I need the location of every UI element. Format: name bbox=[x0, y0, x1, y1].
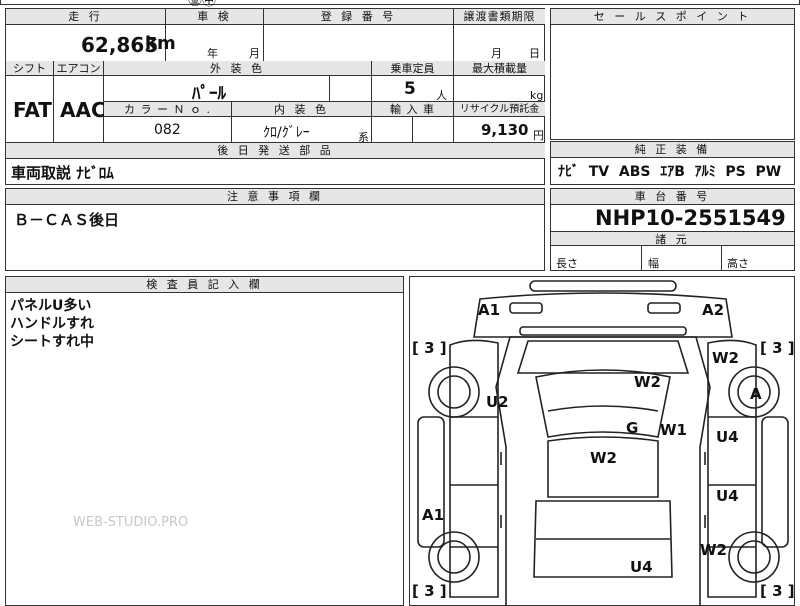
capacity-unit: 人 bbox=[436, 89, 447, 102]
notes-box: 注 意 事 項 欄 Ｂ－ＣＡＳ後日 bbox=[5, 188, 545, 271]
recycle-unit: 円 bbox=[533, 129, 544, 142]
left-rear-wheel bbox=[428, 366, 480, 418]
capacity-value: 5 bbox=[404, 79, 416, 99]
mark-w2-right-rear-door: W2 bbox=[712, 349, 739, 367]
mark-a1-rear-left: A1 bbox=[478, 301, 501, 319]
notes-value: Ｂ－ＣＡＳ後日 bbox=[14, 211, 120, 229]
interior-color-value: ｸﾛ/ｸﾞﾚｰ bbox=[263, 125, 310, 141]
mark-a-right-wheel: A bbox=[750, 385, 762, 403]
exterior-color-header: 外 装 色 bbox=[104, 61, 372, 76]
import-header: 輸 入 車 bbox=[372, 102, 454, 117]
windshield bbox=[547, 436, 659, 498]
later-parts-header: 後 日 発 送 部 品 bbox=[6, 143, 545, 159]
mark-u2-left-door: U2 bbox=[486, 393, 509, 411]
tread-right-rear: [ 3 ] bbox=[760, 339, 795, 357]
sales-points-box: セ ー ル ス ポ イ ン ト bbox=[550, 8, 795, 140]
interior-color-header: 内 装 色 bbox=[232, 102, 372, 117]
notes-header: 注 意 事 項 欄 bbox=[6, 189, 544, 205]
transfer-month: 月 bbox=[491, 47, 502, 60]
max-load-header: 最大積載量 bbox=[454, 61, 545, 76]
vehicle-info-table: 走 行 車 検 登 録 番 号 譲渡書類期限 62,865 km 年 月 月 日… bbox=[5, 8, 545, 185]
transfer-date-header: 譲渡書類期限 bbox=[454, 9, 545, 25]
left-rocker bbox=[417, 416, 445, 548]
right-front-wheel bbox=[728, 531, 780, 583]
genuine-equipment-box: 純 正 装 備 ﾅﾋﾞ TV ABS ｴｱB ｱﾙﾐ PS PW bbox=[550, 141, 795, 185]
chassis-box: 車 台 番 号 NHP10-2551549 諸 元 長さ 幅 高さ bbox=[550, 188, 795, 271]
inspector-line-3: シートすれ中 bbox=[10, 334, 94, 350]
color-no-header: カ ラ ー Ｎ ｏ . bbox=[104, 102, 232, 117]
capacity-header: 乗車定員 bbox=[372, 61, 454, 76]
mark-u4-front: U4 bbox=[630, 558, 653, 576]
right-rocker bbox=[761, 416, 789, 548]
dimensions-header: 諸 元 bbox=[551, 231, 794, 246]
car-diagram-box: A1 A2 W2 W2 U2 A G W1 U4 W2 U4 A1 W2 U4 … bbox=[409, 276, 795, 606]
tail-light-left bbox=[509, 302, 543, 314]
top-strip bbox=[0, 0, 800, 5]
later-parts-value: 車両取説 ﾅﾋﾞﾛﾑ bbox=[11, 164, 114, 182]
inspector-header: 検 査 員 記 入 欄 bbox=[6, 277, 403, 293]
transfer-day: 日 bbox=[529, 47, 540, 60]
mark-g-windshield: G bbox=[626, 419, 639, 437]
mark-w2-roof: W2 bbox=[634, 373, 661, 391]
rear-bumper bbox=[529, 280, 677, 292]
recycle-header: リサイクル預託金 bbox=[454, 102, 545, 117]
recycle-value: 9,130 bbox=[481, 121, 529, 139]
genuine-equipment-header: 純 正 装 備 bbox=[551, 142, 794, 158]
dimension-length: 長さ bbox=[556, 257, 578, 270]
left-rear-hub bbox=[437, 375, 471, 409]
inspector-line-1: パネルU多い bbox=[10, 298, 92, 314]
inspection-header: 車 検 bbox=[166, 9, 264, 25]
roof-line bbox=[547, 405, 659, 412]
inspection-month: 月 bbox=[249, 47, 260, 60]
mark-w2-right-front: W2 bbox=[700, 541, 727, 559]
inspection-year: 年 bbox=[207, 47, 218, 60]
mark-w2-hood: W2 bbox=[590, 449, 617, 467]
mark-a2-rear-right: A2 bbox=[702, 301, 725, 319]
exterior-color-value: ﾊﾟｰﾙ bbox=[192, 84, 226, 104]
left-doors bbox=[450, 416, 498, 548]
mark-u4-right-door: U4 bbox=[716, 428, 739, 446]
chassis-value: NHP10-2551549 bbox=[595, 206, 786, 230]
aircon-header: エアコン bbox=[54, 61, 104, 76]
mark-u4-right-front-door: U4 bbox=[716, 487, 739, 505]
dimension-width: 幅 bbox=[648, 257, 659, 270]
chassis-header: 車 台 番 号 bbox=[551, 189, 794, 205]
aircon-value: AAC bbox=[60, 98, 106, 122]
rear-window bbox=[516, 340, 690, 374]
mark-a1-left-front: A1 bbox=[422, 506, 445, 524]
tread-right-front: [ 3 ] bbox=[760, 582, 795, 600]
tread-left-rear: [ 3 ] bbox=[412, 339, 447, 357]
left-front-hub bbox=[437, 540, 471, 574]
body-outline bbox=[495, 336, 711, 605]
inspector-box: 検 査 員 記 入 欄 パネルU多い ハンドルすれ シートすれ中 WEB-STU… bbox=[5, 276, 404, 606]
genuine-equipment-value: ﾅﾋﾞ TV ABS ｴｱB ｱﾙﾐ PS PW bbox=[558, 164, 782, 180]
inspector-line-2: ハンドルすれ bbox=[10, 316, 94, 332]
color-no-value: 082 bbox=[154, 122, 181, 138]
dimension-height: 高さ bbox=[727, 257, 749, 270]
tail-light-right bbox=[647, 302, 681, 314]
watermark: WEB-STUDIO.PRO bbox=[73, 515, 189, 530]
right-front-hub bbox=[737, 540, 771, 574]
left-side-body bbox=[449, 339, 499, 598]
trunk-outline bbox=[473, 292, 733, 338]
shift-header: シフト bbox=[6, 61, 54, 76]
mileage-header: 走 行 bbox=[6, 9, 166, 25]
tread-left-front: [ 3 ] bbox=[412, 582, 447, 600]
shift-value: FAT bbox=[13, 98, 52, 122]
registration-header: 登 録 番 号 bbox=[264, 9, 454, 25]
left-front-wheel bbox=[428, 531, 480, 583]
max-load-unit: kg bbox=[530, 89, 544, 102]
rear-spoiler bbox=[519, 326, 687, 336]
mark-w1-windshield: W1 bbox=[660, 421, 687, 439]
sales-points-header: セ ー ル ス ポ イ ン ト bbox=[551, 9, 794, 25]
